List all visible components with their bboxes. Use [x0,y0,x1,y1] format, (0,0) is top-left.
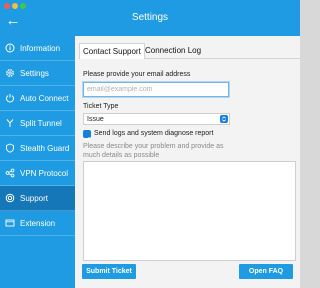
vpn-protocol-icon [5,168,15,178]
extension-icon [5,219,15,227]
support-panel: Contact Support Connection Log Please pr… [75,36,300,288]
chevron-up-down-icon [220,115,228,123]
ticket-type-label: Ticket Type [83,103,119,110]
email-field[interactable] [83,82,229,97]
description-placeholder: Please describe your problem and provide… [83,143,224,159]
tab-bar: Contact Support Connection Log [79,43,300,59]
sidebar-item-auto-connect[interactable]: Auto Connect [0,86,75,111]
gear-icon [6,69,14,77]
stealth-guard-icon [6,143,14,153]
sidebar-item-label: Stealth Guard [20,144,70,153]
sidebar-item-label: Information [20,44,61,53]
description-textarea[interactable] [83,161,296,261]
tab-contact-support[interactable]: Contact Support [79,43,145,59]
sidebar-item-stealth-guard[interactable]: Stealth Guard [0,136,75,161]
sidebar-item-information[interactable]: Information [0,36,75,61]
close-window-button[interactable] [4,3,10,9]
sidebar-item-split-tunnel[interactable]: Split Tunnel [0,111,75,136]
submit-ticket-button[interactable]: Submit Ticket [82,264,136,279]
send-logs-checkbox[interactable] [83,130,91,142]
sidebar-item-label: Support [20,194,49,203]
tab-connection-log[interactable]: Connection Log [145,46,201,55]
split-tunnel-icon [6,119,14,127]
window-title: Settings [131,12,169,23]
ticket-type-value: Issue [87,116,104,123]
email-label: Please provide your email address [83,71,191,78]
sidebar-item-label: Settings [20,69,49,78]
info-icon [5,43,15,53]
power-icon [6,94,14,103]
sidebar: Information Settings Auto Connect Split … [0,36,75,288]
settings-window: ← Settings Information Settings Auto Con… [0,0,300,288]
open-faq-button[interactable]: Open FAQ [239,264,293,279]
sidebar-item-settings[interactable]: Settings [0,61,75,86]
sidebar-item-label: Extension [20,219,56,228]
zoom-window-button[interactable] [20,3,26,9]
minimize-window-button[interactable] [12,3,18,9]
ticket-type-select[interactable]: Issue [83,113,230,125]
sidebar-item-vpn-protocol[interactable]: VPN Protocol [0,161,75,186]
sidebar-item-label: Split Tunnel [20,119,62,128]
sidebar-item-label: Auto Connect [20,94,69,103]
title-bar: ← Settings [0,0,300,36]
support-icon [5,193,15,203]
sidebar-item-support[interactable]: Support [0,186,75,211]
send-logs-label: Send logs and system diagnose report [94,130,214,137]
sidebar-item-label: VPN Protocol [20,169,69,178]
sidebar-item-extension[interactable]: Extension [0,211,75,236]
